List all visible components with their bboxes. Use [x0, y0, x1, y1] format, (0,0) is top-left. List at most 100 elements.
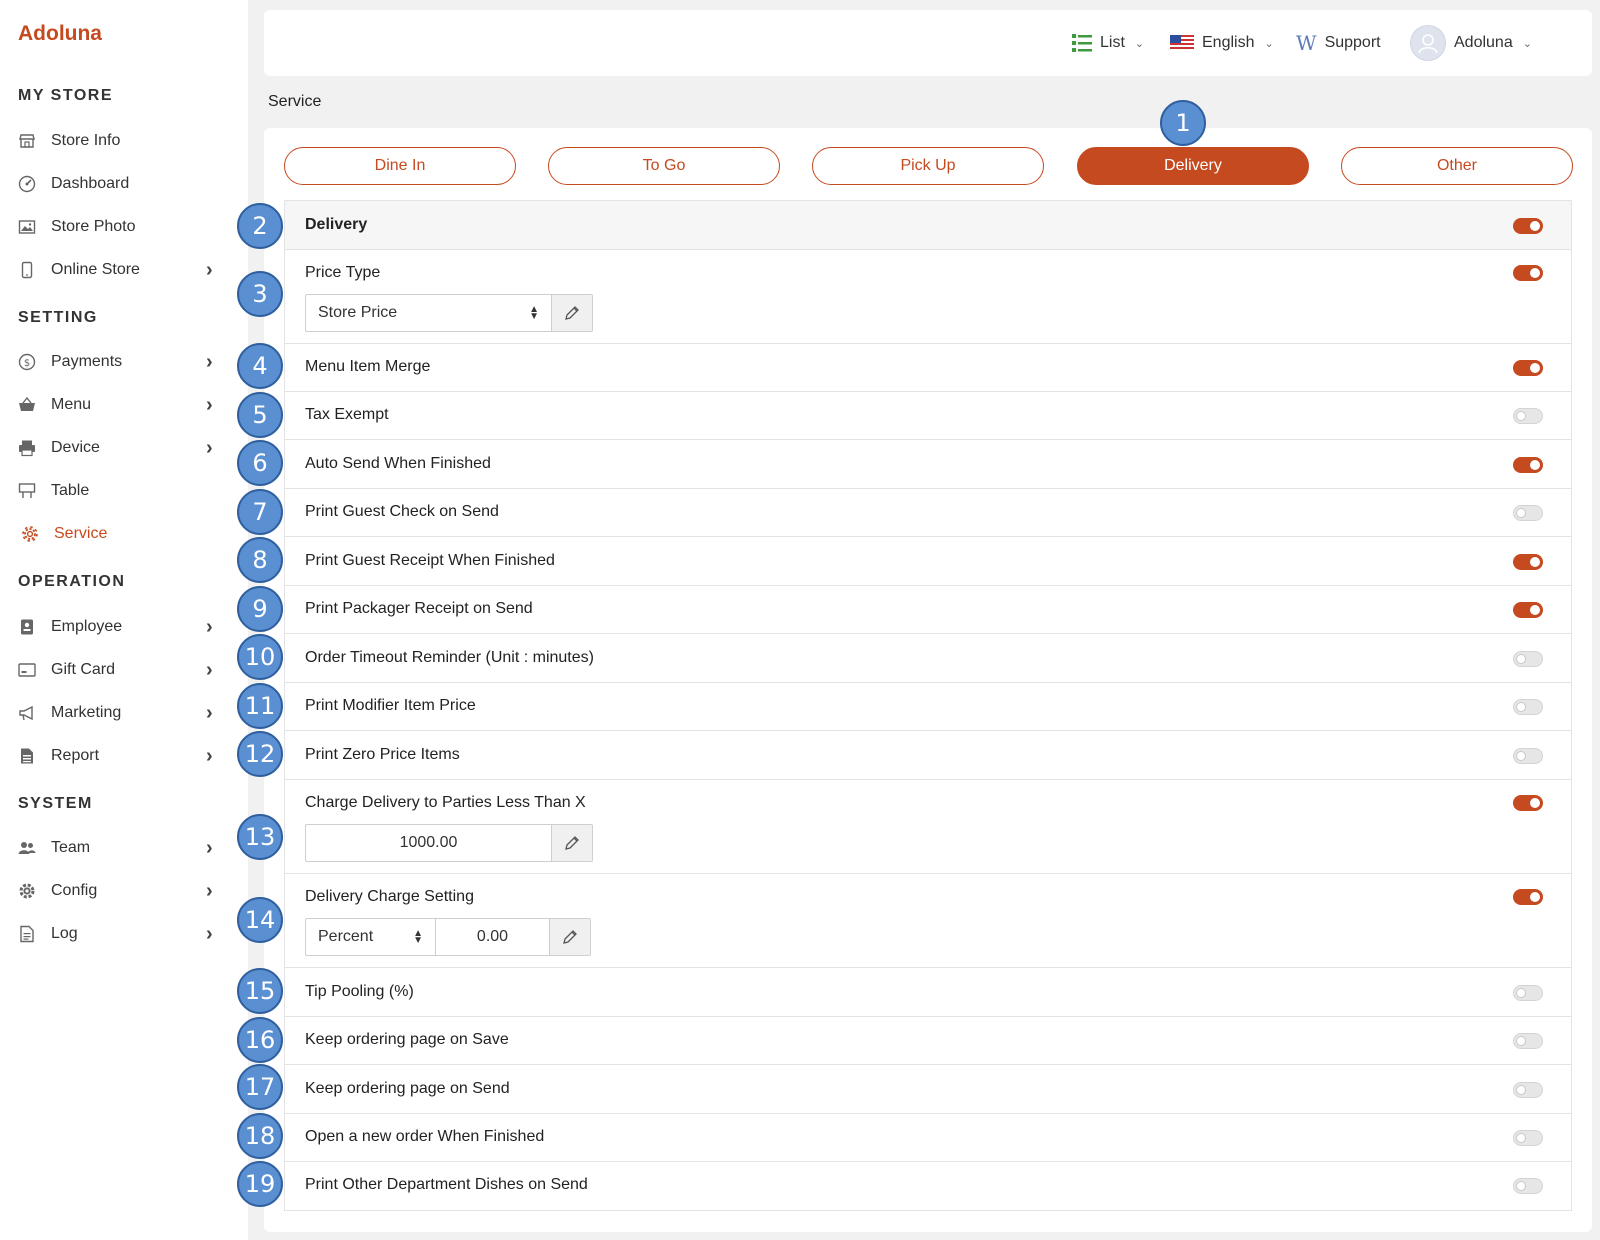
edit-button[interactable]: [550, 919, 590, 955]
chevron-right-icon: ›: [206, 701, 213, 724]
setting-label: Order Timeout Reminder (Unit : minutes): [305, 648, 594, 666]
dollar-icon: $: [18, 353, 36, 371]
toggle-switch[interactable]: [1513, 795, 1543, 811]
toggle-knob: [1516, 508, 1526, 518]
support-w-icon: W: [1296, 31, 1317, 55]
sidebar-item-table[interactable]: Table: [0, 473, 248, 509]
sidebar-item-dashboard[interactable]: Dashboard: [0, 166, 248, 202]
setting-label: Price Type: [305, 264, 381, 281]
megaphone-icon: [18, 704, 36, 722]
toggle-switch[interactable]: [1513, 1033, 1543, 1049]
sidebar-item-gift-card[interactable]: Gift Card ›: [0, 652, 248, 688]
sidebar-item-marketing[interactable]: Marketing ›: [0, 695, 248, 731]
toggle-knob: [1530, 363, 1540, 373]
setting-row: Auto Send When Finished: [285, 440, 1571, 489]
chevron-right-icon: ›: [206, 836, 213, 859]
gear-icon: [21, 525, 39, 543]
setting-row: Open a new order When Finished: [285, 1114, 1571, 1162]
toggle-switch[interactable]: [1513, 265, 1543, 281]
toggle-switch[interactable]: [1513, 360, 1543, 376]
setting-row: Print Guest Receipt When Finished: [285, 537, 1571, 586]
sidebar-section-title: MY STORE: [18, 87, 113, 104]
select-dropdown[interactable]: Store Price ▲ ▼: [306, 295, 552, 331]
callout-badge: 14: [237, 897, 283, 943]
toggle-switch[interactable]: [1513, 699, 1543, 715]
toggle-knob: [1516, 1133, 1526, 1143]
svg-text:$: $: [24, 358, 30, 369]
setting-label: Menu Item Merge: [305, 358, 431, 375]
sidebar-item-store-info[interactable]: Store Info: [0, 123, 248, 159]
setting-label: Tax Exempt: [305, 406, 389, 423]
tab-other[interactable]: Other: [1341, 147, 1573, 185]
setting-label: Charge Delivery to Parties Less Than X: [305, 794, 586, 811]
setting-label: Auto Send When Finished: [305, 454, 491, 472]
setting-control-group: 1000.00: [305, 824, 593, 862]
sidebar-item-online-store[interactable]: Online Store ›: [0, 252, 248, 288]
tab-pick-up[interactable]: Pick Up: [812, 147, 1044, 185]
sidebar-item-config[interactable]: Config ›: [0, 873, 248, 909]
user-icon: [1418, 34, 1438, 54]
sidebar-item-employee[interactable]: Employee ›: [0, 609, 248, 645]
tab-delivery[interactable]: Delivery: [1077, 147, 1309, 185]
brand-logo[interactable]: Adoluna: [18, 22, 102, 46]
language-label: English: [1202, 34, 1255, 51]
toggle-switch[interactable]: [1513, 1130, 1543, 1146]
sidebar-item-device[interactable]: Device ›: [0, 430, 248, 466]
setting-row: Print Zero Price Items: [285, 731, 1571, 780]
edit-button[interactable]: [552, 295, 592, 331]
toggle-switch[interactable]: [1513, 747, 1543, 764]
language-dropdown[interactable]: English ⌄: [1170, 31, 1274, 55]
setting-row: Delivery: [285, 201, 1571, 250]
log-icon: [18, 925, 36, 943]
user-menu-dropdown[interactable]: Adoluna ⌄: [1410, 23, 1532, 63]
chevron-right-icon: ›: [206, 350, 213, 373]
callout-badge: 3: [237, 271, 283, 317]
callout-badge: 7: [237, 489, 283, 535]
select-dropdown[interactable]: Percent ▲ ▼: [306, 919, 436, 955]
toggle-switch[interactable]: [1513, 602, 1543, 618]
list-view-dropdown[interactable]: List ⌄: [1072, 31, 1144, 55]
toggle-knob: [1516, 1084, 1526, 1095]
toggle-switch[interactable]: [1513, 984, 1543, 1001]
callout-badge: 19: [237, 1161, 283, 1207]
toggle-switch[interactable]: [1513, 408, 1543, 424]
sidebar-item-payments[interactable]: $ Payments ›: [0, 344, 248, 380]
tab-dine-in[interactable]: Dine In: [284, 147, 516, 185]
sidebar-item-log[interactable]: Log ›: [0, 916, 248, 952]
sidebar-item-team[interactable]: Team ›: [0, 830, 248, 866]
store-icon: [18, 132, 36, 150]
sidebar-item-menu[interactable]: Menu ›: [0, 387, 248, 423]
table-icon: [18, 482, 36, 500]
sidebar-item-label: Gift Card: [51, 661, 116, 678]
toggle-switch[interactable]: [1513, 505, 1543, 521]
toggle-switch[interactable]: [1513, 1178, 1543, 1194]
support-link[interactable]: W Support: [1296, 31, 1381, 55]
callout-badge: 12: [237, 731, 283, 777]
callout-badge: 6: [237, 440, 283, 486]
callout-badge: 16: [237, 1017, 283, 1063]
sidebar-section-title: SYSTEM: [18, 795, 93, 812]
toggle-knob: [1516, 987, 1526, 998]
sidebar-item-service[interactable]: Service: [0, 516, 248, 552]
toggle-switch[interactable]: [1513, 1081, 1543, 1098]
edit-button[interactable]: [552, 825, 592, 861]
chevron-down-icon: ⌄: [1522, 37, 1532, 50]
setting-row: Print Packager Receipt on Send: [285, 586, 1571, 634]
list-icon: [1072, 34, 1092, 52]
toggle-switch[interactable]: [1513, 456, 1543, 473]
setting-label: Print Modifier Item Price: [305, 697, 476, 714]
pencil-icon: [564, 835, 580, 851]
sidebar-item-store-photo[interactable]: Store Photo: [0, 209, 248, 245]
cog-icon: [18, 882, 36, 900]
value-field[interactable]: 0.00: [436, 919, 550, 955]
settings-list: Delivery Price Type Store Price ▲ ▼ Menu Item…: [284, 200, 1572, 1211]
value-field[interactable]: 1000.00: [306, 825, 552, 861]
toggle-switch[interactable]: [1513, 650, 1543, 667]
sidebar-item-report[interactable]: Report ›: [0, 738, 248, 774]
setting-row: Keep ordering page on Send: [285, 1065, 1571, 1114]
toggle-switch[interactable]: [1513, 217, 1543, 234]
avatar: [1410, 25, 1446, 61]
toggle-switch[interactable]: [1513, 889, 1543, 905]
tab-to-go[interactable]: To Go: [548, 147, 780, 185]
toggle-switch[interactable]: [1513, 553, 1543, 570]
